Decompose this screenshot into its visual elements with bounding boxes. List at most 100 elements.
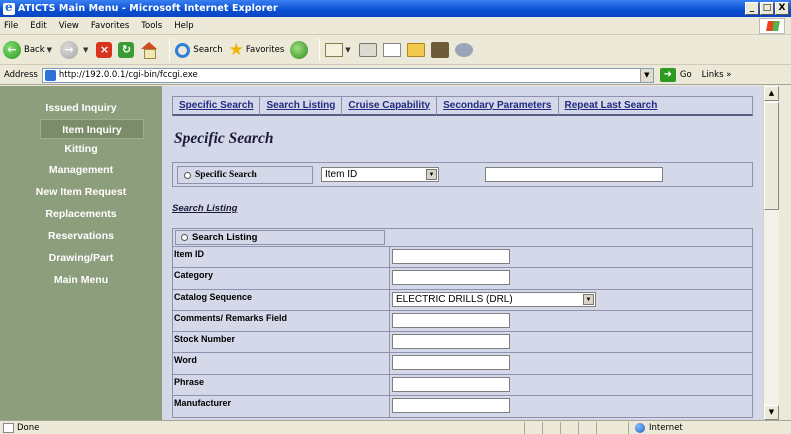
tab-search-listing[interactable]: Search Listing bbox=[260, 96, 343, 115]
menu-tools[interactable]: Tools bbox=[141, 21, 162, 31]
nav-issued-inquiry[interactable]: Issued Inquiry bbox=[0, 97, 162, 119]
forward-dropdown-icon[interactable]: ▼ bbox=[83, 46, 88, 54]
scroll-up-icon[interactable]: ▲ bbox=[764, 86, 779, 101]
phrase-input[interactable] bbox=[392, 376, 510, 392]
menu-view[interactable]: View bbox=[59, 21, 79, 31]
page-content: Issued Inquiry Item Inquiry Kitting Mana… bbox=[0, 86, 763, 420]
main-panel: Specific Search Search Listing Cruise Ca… bbox=[162, 86, 763, 420]
ie-icon bbox=[3, 0, 15, 15]
specific-search-field-value: Item ID bbox=[325, 169, 358, 180]
nav-drawing-part[interactable]: Drawing/Part bbox=[0, 247, 162, 269]
search-listing-option[interactable]: Search Listing bbox=[175, 230, 385, 245]
close-button[interactable]: X bbox=[775, 2, 789, 15]
nav-new-item-request[interactable]: New Item Request bbox=[0, 181, 162, 203]
item-id-input[interactable] bbox=[392, 249, 510, 264]
messenger-button[interactable] bbox=[454, 43, 473, 57]
page-title: Specific Search bbox=[174, 130, 274, 147]
row-label-manufacturer: Manufacturer bbox=[173, 396, 390, 418]
research-icon bbox=[430, 42, 449, 58]
back-button[interactable]: ← Back ▼ bbox=[3, 41, 54, 59]
messenger-icon bbox=[454, 43, 473, 57]
row-label-catalog-sequence: Catalog Sequence bbox=[173, 289, 390, 310]
home-button[interactable] bbox=[140, 42, 158, 59]
left-navigation: Issued Inquiry Item Inquiry Kitting Mana… bbox=[0, 86, 162, 420]
mail-dropdown-icon[interactable]: ▼ bbox=[345, 46, 350, 54]
catalog-sequence-value: ELECTRIC DRILLS (DRL) bbox=[396, 293, 513, 305]
menu-favorites[interactable]: Favorites bbox=[91, 21, 129, 31]
search-tabs: Specific Search Search Listing Cruise Ca… bbox=[172, 96, 753, 116]
menu-help[interactable]: Help bbox=[174, 21, 193, 31]
refresh-button[interactable]: ↻ bbox=[118, 42, 135, 58]
address-dropdown-icon[interactable]: ▼ bbox=[639, 68, 653, 82]
search-listing-table: Search Listing Item ID Category Catalog … bbox=[172, 228, 753, 419]
menu-edit[interactable]: Edit bbox=[30, 21, 46, 31]
nav-item-inquiry[interactable]: Item Inquiry bbox=[40, 119, 144, 139]
status-panel bbox=[524, 422, 542, 434]
row-label-comments-remarks: Comments/ Remarks Field bbox=[173, 310, 390, 332]
chevron-down-icon: ▼ bbox=[583, 293, 594, 305]
status-bar: Done Internet bbox=[0, 420, 791, 434]
status-panels bbox=[524, 422, 614, 434]
favorites-button[interactable]: ★ Favorites bbox=[229, 42, 285, 59]
print-button[interactable] bbox=[358, 43, 377, 57]
edit-button[interactable] bbox=[382, 43, 401, 57]
media-button[interactable] bbox=[290, 41, 309, 59]
folder-button[interactable] bbox=[406, 43, 425, 57]
security-zone: Internet bbox=[628, 422, 788, 434]
search-listing-header: Search Listing bbox=[173, 229, 752, 247]
row-label-stock-number: Stock Number bbox=[173, 332, 390, 353]
folder-icon bbox=[406, 43, 425, 57]
table-row: Phrase bbox=[173, 374, 752, 397]
scroll-down-icon[interactable]: ▼ bbox=[764, 405, 779, 420]
search-button[interactable]: Search bbox=[175, 42, 223, 58]
nav-management[interactable]: Management bbox=[0, 159, 162, 181]
globe-icon bbox=[635, 423, 645, 433]
nav-replacements[interactable]: Replacements bbox=[0, 203, 162, 225]
toolbar-separator bbox=[319, 39, 321, 61]
go-button[interactable]: ➜ Go bbox=[659, 68, 692, 82]
address-input[interactable]: http://192.0.0.1/cgi-bin/fccgi.exe ▼ bbox=[41, 67, 654, 83]
row-label-category: Category bbox=[173, 268, 390, 289]
search-label: Search bbox=[193, 45, 223, 55]
maximize-button[interactable]: □ bbox=[760, 2, 774, 15]
specific-search-input[interactable] bbox=[485, 167, 663, 182]
research-button[interactable] bbox=[430, 42, 449, 58]
window-controls: _ □ X bbox=[745, 2, 789, 15]
tab-cruise-capability[interactable]: Cruise Capability bbox=[342, 96, 438, 115]
scrollbar-thumb[interactable] bbox=[764, 102, 779, 210]
back-label: Back bbox=[24, 45, 45, 55]
specific-search-radio-label: Specific Search bbox=[195, 170, 257, 180]
specific-search-option[interactable]: Specific Search bbox=[177, 166, 313, 184]
go-label: Go bbox=[679, 70, 692, 80]
specific-search-field-select[interactable]: Item ID ▼ bbox=[321, 167, 439, 182]
specific-search-radio[interactable] bbox=[184, 171, 191, 179]
nav-main-menu[interactable]: Main Menu bbox=[0, 269, 162, 291]
catalog-sequence-select[interactable]: ELECTRIC DRILLS (DRL) ▼ bbox=[392, 291, 596, 307]
stop-button[interactable]: × bbox=[96, 42, 113, 58]
tab-repeat-last-search[interactable]: Repeat Last Search bbox=[559, 97, 664, 115]
links-button[interactable]: Links » bbox=[702, 70, 732, 80]
status-panel bbox=[560, 422, 578, 434]
stock-number-input[interactable] bbox=[392, 334, 510, 350]
category-input[interactable] bbox=[392, 270, 510, 286]
nav-reservations[interactable]: Reservations bbox=[0, 225, 162, 247]
forward-button[interactable]: → ▼ bbox=[60, 41, 90, 59]
tab-specific-search[interactable]: Specific Search bbox=[173, 96, 261, 115]
address-label: Address bbox=[4, 70, 38, 80]
word-input[interactable] bbox=[392, 355, 510, 371]
mail-button[interactable]: ▼ bbox=[325, 43, 352, 57]
tab-secondary-parameters[interactable]: Secondary Parameters bbox=[437, 96, 559, 115]
favorites-label: Favorites bbox=[245, 45, 285, 55]
vertical-scrollbar[interactable]: ▲ ▼ bbox=[763, 86, 779, 420]
search-listing-radio-label: Search Listing bbox=[192, 232, 258, 243]
minimize-button[interactable]: _ bbox=[745, 2, 759, 15]
search-listing-link[interactable]: Search Listing bbox=[172, 203, 237, 214]
back-dropdown-icon[interactable]: ▼ bbox=[47, 46, 52, 54]
search-listing-radio[interactable] bbox=[181, 234, 188, 241]
menu-file[interactable]: File bbox=[4, 21, 18, 31]
manufacturer-input[interactable] bbox=[392, 398, 510, 414]
window-title: ATICTS Main Menu - Microsoft Internet Ex… bbox=[18, 3, 278, 14]
nav-kitting[interactable]: Kitting bbox=[0, 139, 162, 159]
comments-remarks-input[interactable] bbox=[392, 312, 510, 328]
table-row: Word bbox=[173, 353, 752, 375]
